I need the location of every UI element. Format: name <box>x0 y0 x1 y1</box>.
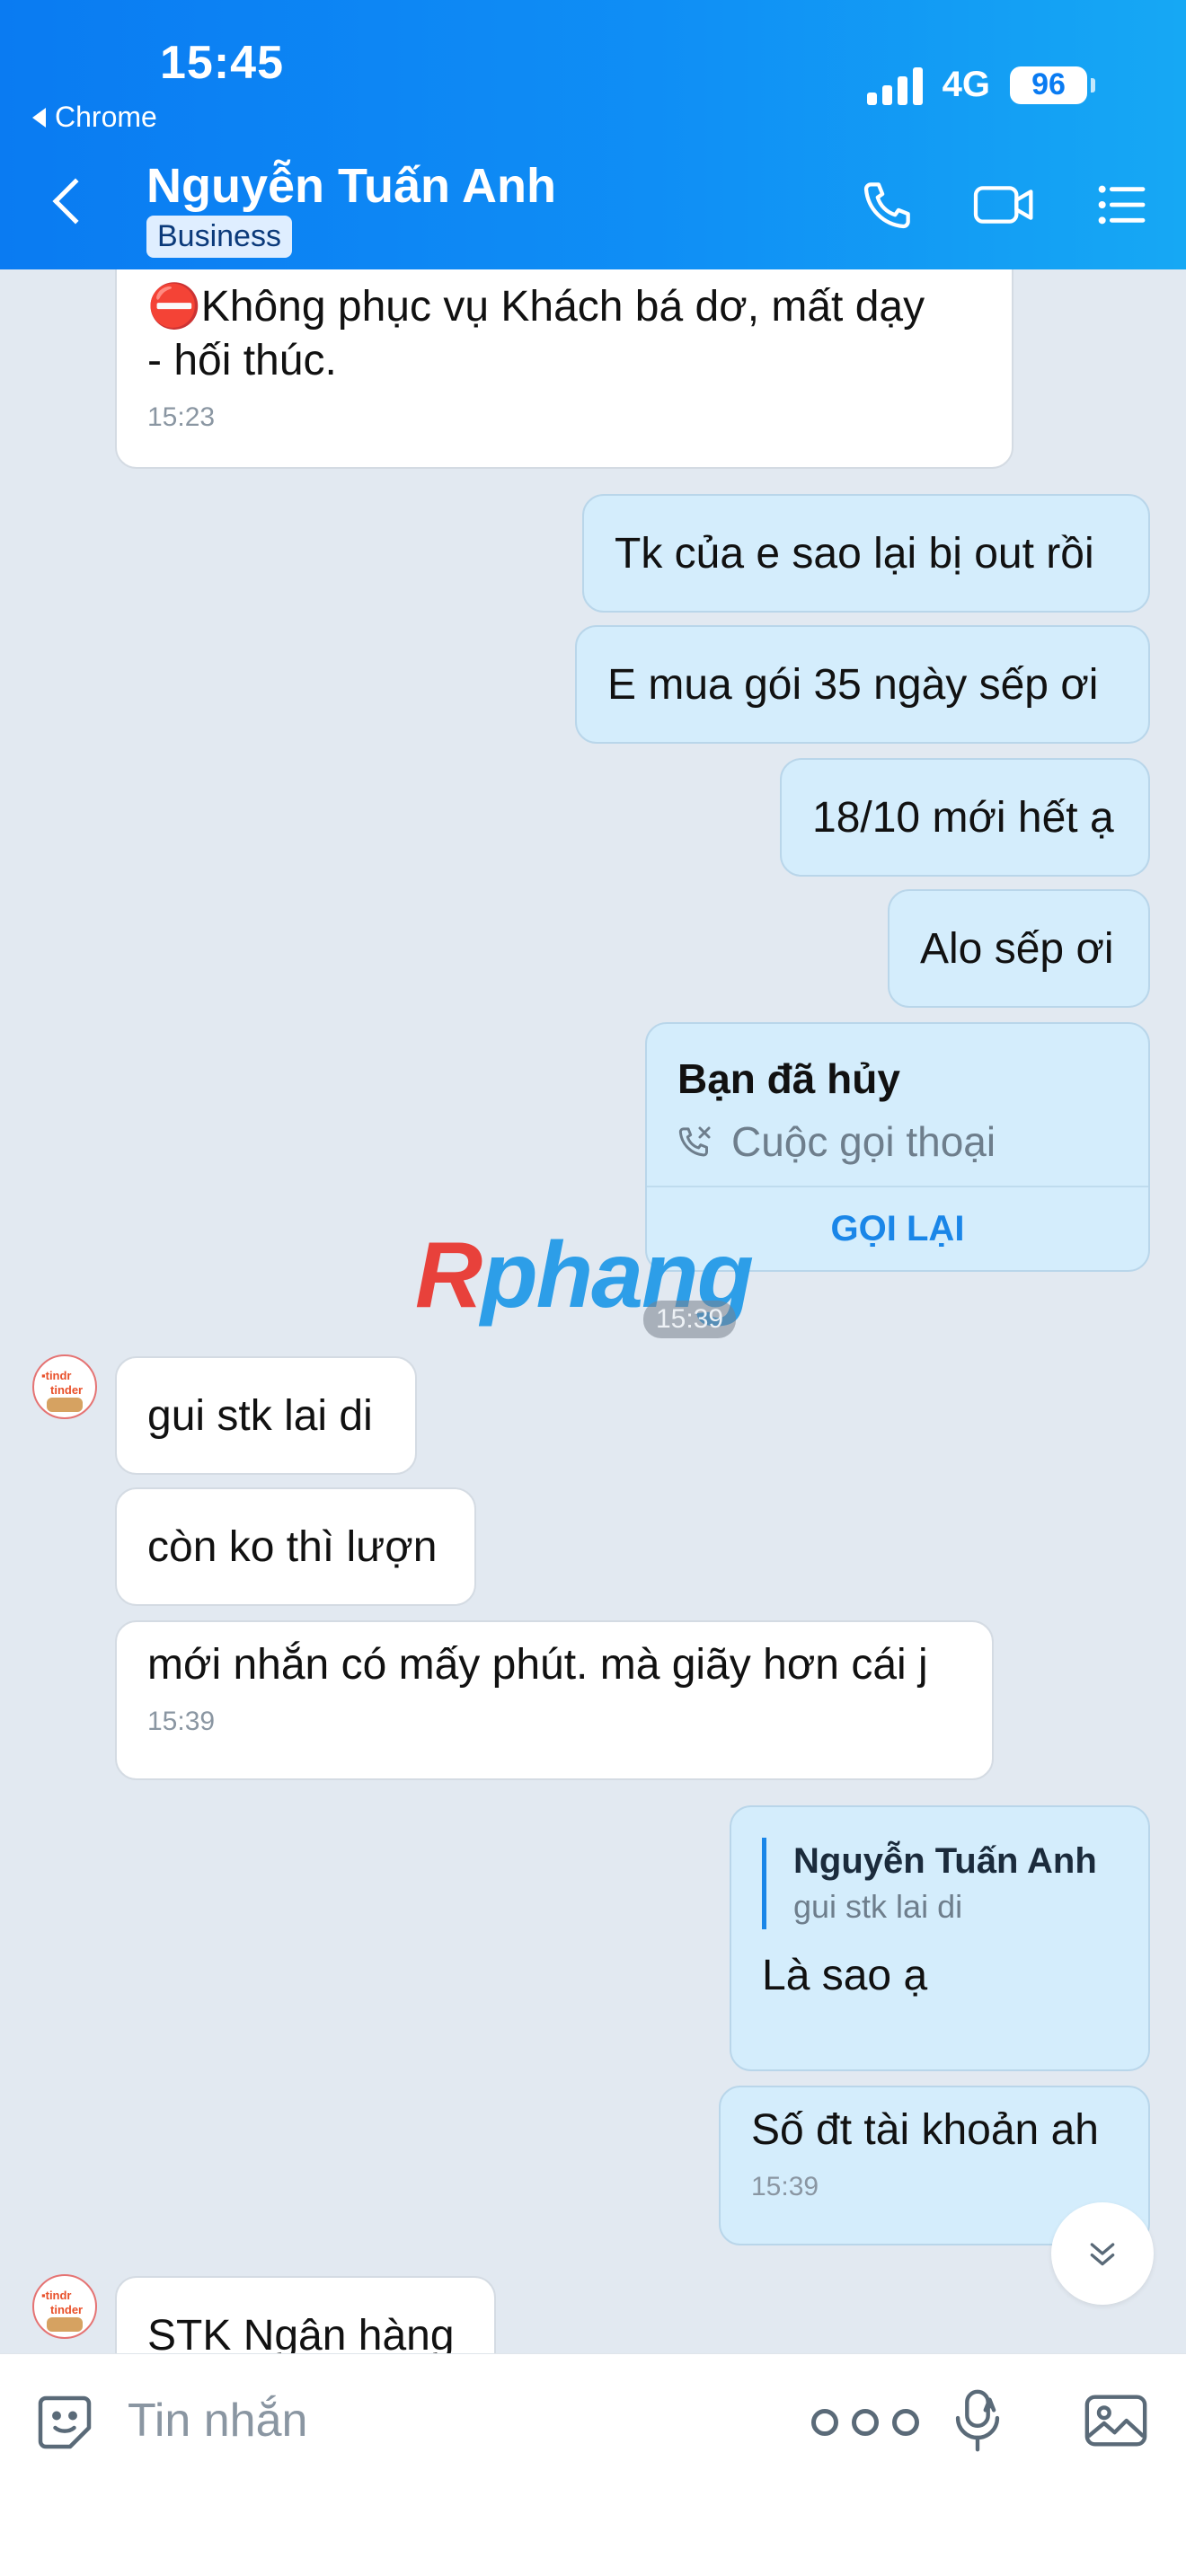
message-time: 15:39 <box>147 1707 216 1736</box>
message-text: - hối thúc. <box>147 337 337 384</box>
message-list[interactable]: ⛔Không phục vụ Khách bá dơ, mất dạy - hố… <box>0 269 1186 2353</box>
phone-icon[interactable] <box>859 176 916 234</box>
message-text: gui stk lai di <box>147 1391 373 1440</box>
back-triangle-icon <box>32 107 46 128</box>
signal-icon <box>866 66 923 105</box>
message-time: 15:23 <box>147 402 216 432</box>
message-incoming[interactable]: STK Ngân hàng <box>115 2276 496 2353</box>
reply-quote-name: Nguyễn Tuấn Anh <box>793 1841 1097 1881</box>
message-text: Alo sếp ơi <box>920 924 1114 973</box>
more-options-icon[interactable] <box>807 2404 924 2440</box>
message-text: E mua gói 35 ngày sếp ơi <box>607 660 1099 709</box>
double-chevron-down-icon <box>1090 2243 1115 2266</box>
message-text: mới nhắn có mấy phút. mà giãy hơn cái j <box>147 1641 928 1689</box>
time-divider: 15:39 <box>643 1301 737 1338</box>
message-incoming[interactable]: còn ko thì lượn <box>115 1487 476 1606</box>
battery-icon: 96 <box>1010 66 1095 104</box>
message-input[interactable]: Tin nhắn <box>128 2394 307 2448</box>
missed-call-icon <box>678 1126 711 1157</box>
status-time: 15:45 <box>160 37 284 89</box>
voice-to-text-icon[interactable] <box>951 2386 1005 2455</box>
back-app-label: Chrome <box>55 101 157 133</box>
message-input-bar: Tin nhắn <box>0 2353 1186 2576</box>
message-outgoing[interactable]: Tk của e sao lại bị out rồi <box>582 494 1150 613</box>
message-text: 18/10 mới hết ạ <box>812 793 1114 842</box>
contact-name[interactable]: Nguyễn Tuấn Anh <box>146 158 556 214</box>
network-type: 4G <box>942 65 990 104</box>
message-text: ⛔Không phục vụ Khách bá dơ, mất dạy <box>147 283 925 331</box>
contact-avatar[interactable]: ▪tindr tinder <box>32 1354 97 1419</box>
back-to-app-link[interactable]: Chrome <box>32 101 157 134</box>
reply-quote-text: gui stk lai di <box>793 1888 963 1925</box>
header-actions <box>859 176 1150 234</box>
message-text: Là sao ạ <box>762 1952 928 1999</box>
message-incoming[interactable]: gui stk lai di <box>115 1356 417 1475</box>
message-outgoing-reply[interactable]: Nguyễn Tuấn Anh gui stk lai di Là sao ạ <box>730 1805 1150 2071</box>
scroll-to-bottom-button[interactable] <box>1051 2202 1154 2305</box>
reply-quote[interactable]: Nguyễn Tuấn Anh gui stk lai di <box>762 1838 1097 1929</box>
video-call-icon[interactable] <box>970 176 1039 234</box>
message-text: Số đt tài khoản ah <box>751 2106 1099 2154</box>
battery-level: 96 <box>1031 67 1066 101</box>
call-status-title: Bạn đã hủy <box>677 1055 900 1102</box>
message-text: còn ko thì lượn <box>147 1522 438 1571</box>
message-incoming[interactable]: mới nhắn có mấy phút. mà giãy hơn cái j … <box>115 1620 994 1780</box>
sticker-emoji-icon[interactable] <box>32 2390 97 2455</box>
message-text: STK Ngân hàng <box>147 2311 455 2354</box>
contact-avatar[interactable]: ▪tindr tinder <box>32 2274 97 2339</box>
back-chevron-icon[interactable] <box>52 178 99 225</box>
message-text: Tk của e sao lại bị out rồi <box>615 529 1094 578</box>
message-incoming[interactable]: ⛔Không phục vụ Khách bá dơ, mất dạy - hố… <box>115 269 1013 469</box>
business-badge: Business <box>146 216 292 258</box>
image-gallery-icon[interactable] <box>1082 2388 1150 2453</box>
chat-header: 15:45 Chrome 4G 96 Nguyễn Tuấn Anh Busin… <box>0 0 1186 269</box>
message-outgoing[interactable]: Alo sếp ơi <box>888 889 1150 1008</box>
call-type: Cuộc gọi thoại <box>677 1117 996 1166</box>
message-outgoing[interactable]: 18/10 mới hết ạ <box>780 758 1150 877</box>
call-type-label: Cuộc gọi thoại <box>731 1118 996 1165</box>
message-outgoing[interactable]: E mua gói 35 ngày sếp ơi <box>575 625 1150 744</box>
message-time: 15:39 <box>751 2172 819 2201</box>
menu-list-icon[interactable] <box>1093 176 1150 234</box>
status-indicators: 4G 96 <box>866 65 1095 105</box>
